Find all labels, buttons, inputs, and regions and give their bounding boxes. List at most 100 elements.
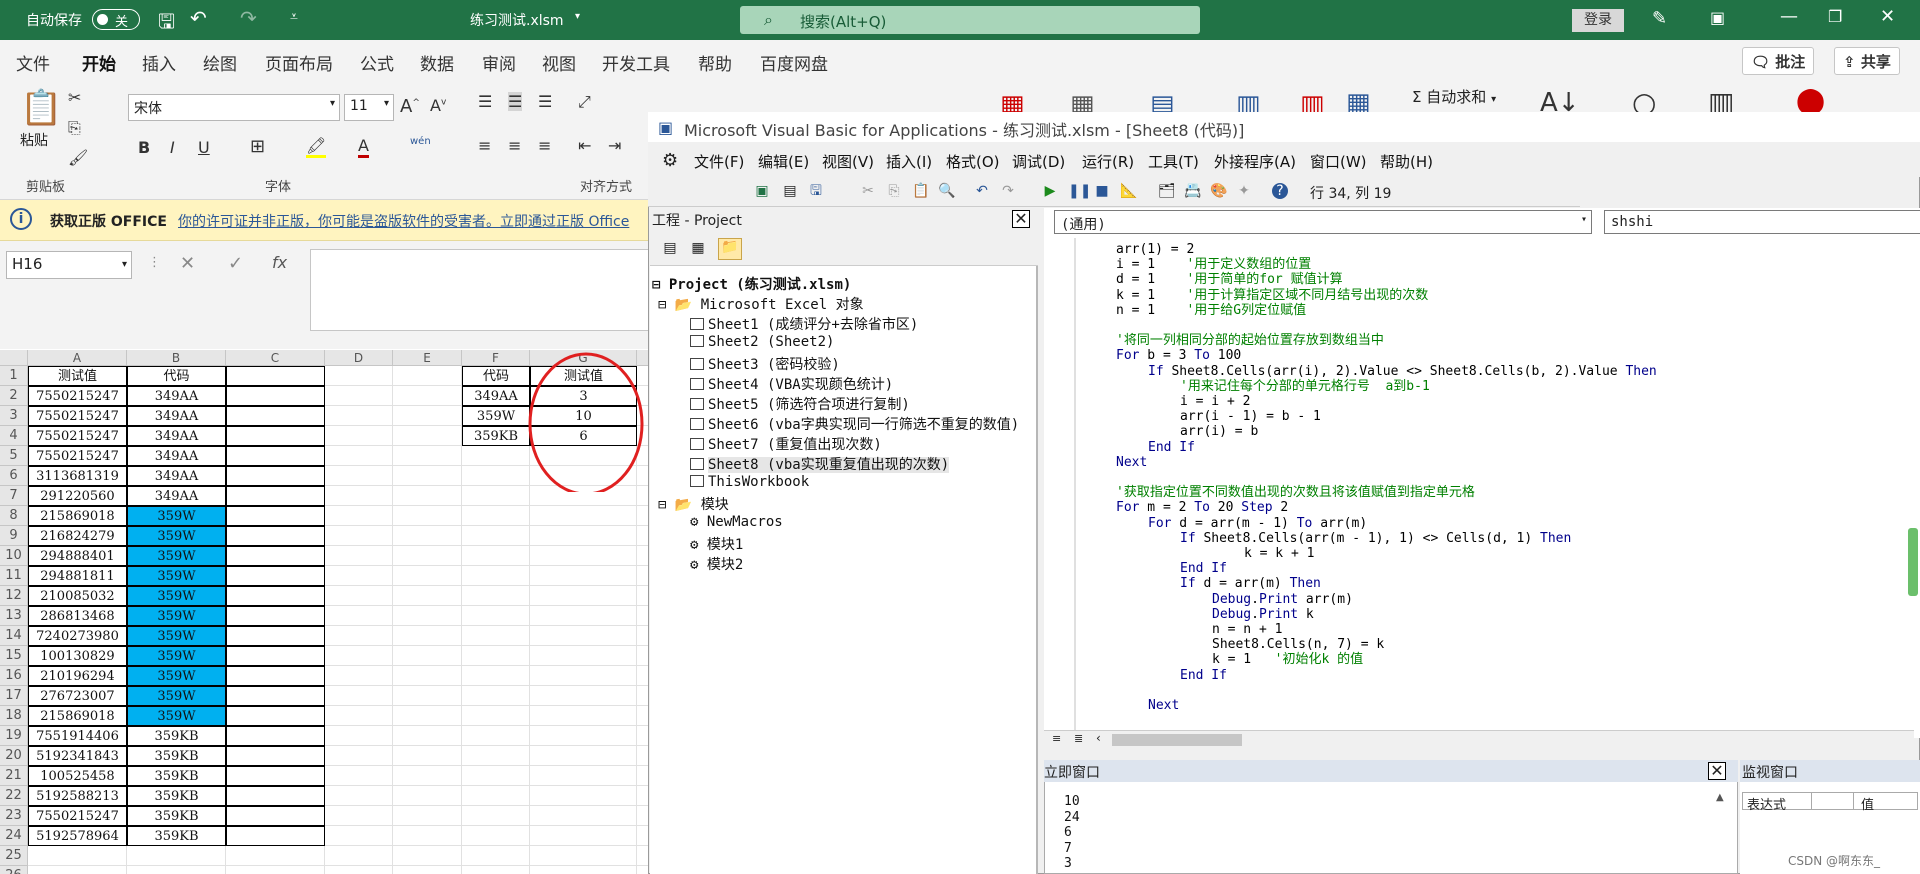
cell[interactable] <box>462 526 530 546</box>
tab-data[interactable]: 数据 <box>420 50 454 75</box>
cell[interactable] <box>530 526 637 546</box>
redo-icon[interactable]: ↷ <box>240 6 257 30</box>
cell[interactable]: 7551914406 <box>28 726 127 746</box>
cell[interactable]: 359W <box>127 666 226 686</box>
row-header[interactable]: 25 <box>0 846 28 866</box>
cell[interactable] <box>226 766 325 786</box>
cell[interactable] <box>462 806 530 826</box>
tab-home[interactable]: 开始 <box>82 50 116 83</box>
customize-qat-icon[interactable]: ⩡ <box>290 9 298 25</box>
border-icon[interactable]: ⊞ <box>250 136 265 157</box>
cell[interactable] <box>325 866 393 874</box>
cell[interactable] <box>530 606 637 626</box>
cell[interactable] <box>226 506 325 526</box>
cell[interactable]: 210196294 <box>28 666 127 686</box>
menu-view[interactable]: 视图(V) <box>822 151 874 172</box>
cell[interactable] <box>393 526 462 546</box>
cell[interactable]: 359W <box>127 626 226 646</box>
cell[interactable] <box>462 646 530 666</box>
underline-icon[interactable]: U <box>198 138 210 157</box>
save-icon[interactable]: 🖫 <box>158 7 175 41</box>
row-header[interactable]: 19 <box>0 726 28 746</box>
sheet-item[interactable]: Sheet5 (筛选符合项进行复制) <box>690 394 910 414</box>
cell[interactable] <box>393 366 462 386</box>
cell[interactable]: 286813468 <box>28 606 127 626</box>
cell[interactable]: 7550215247 <box>28 406 127 426</box>
cell[interactable]: 359W <box>127 706 226 726</box>
increase-font-icon[interactable]: A^ <box>400 96 420 117</box>
autosave-toggle[interactable]: 关 <box>92 9 140 30</box>
cell[interactable]: 359KB <box>127 766 226 786</box>
cell[interactable] <box>226 406 325 426</box>
cell[interactable] <box>530 506 637 526</box>
row-header[interactable]: 23 <box>0 806 28 826</box>
properties-icon[interactable]: 📇 <box>1184 183 1201 199</box>
cell[interactable] <box>462 666 530 686</box>
cell[interactable] <box>462 546 530 566</box>
cell[interactable] <box>226 486 325 506</box>
procedure-dropdown[interactable]: shshi <box>1604 210 1920 234</box>
cell[interactable] <box>325 626 393 646</box>
cell[interactable]: 215869018 <box>28 506 127 526</box>
cell[interactable] <box>530 846 637 866</box>
menu-edit[interactable]: 编辑(E) <box>758 151 809 172</box>
tab-page-layout[interactable]: 页面布局 <box>265 50 333 75</box>
cell[interactable]: 294888401 <box>28 546 127 566</box>
code-line[interactable]: i = i + 2 <box>1180 394 1250 409</box>
tab-view[interactable]: 视图 <box>542 50 576 75</box>
cell[interactable] <box>530 586 637 606</box>
code-line[interactable]: arr(i - 1) = b - 1 <box>1180 409 1321 424</box>
cell[interactable] <box>325 586 393 606</box>
cell[interactable] <box>325 726 393 746</box>
cell[interactable] <box>226 526 325 546</box>
copy-icon[interactable]: ⎘ <box>886 183 902 199</box>
cell[interactable] <box>325 386 393 406</box>
name-box[interactable]: H16 ▾ <box>6 251 132 279</box>
cell[interactable]: 359W <box>127 686 226 706</box>
cell[interactable] <box>393 566 462 586</box>
cell[interactable]: 5192341843 <box>28 746 127 766</box>
row-header[interactable]: 26 <box>0 866 28 874</box>
row-header[interactable]: 10 <box>0 546 28 566</box>
menu-addins[interactable]: 外接程序(A) <box>1214 151 1296 172</box>
cell[interactable] <box>462 686 530 706</box>
cell[interactable] <box>226 786 325 806</box>
cell[interactable] <box>226 846 325 866</box>
module-item[interactable]: ⚙ NewMacros <box>690 514 783 530</box>
cell[interactable]: 7240273980 <box>28 626 127 646</box>
cell[interactable] <box>226 366 325 386</box>
cell[interactable] <box>530 646 637 666</box>
cell[interactable] <box>226 586 325 606</box>
cell[interactable]: 5192588213 <box>28 786 127 806</box>
menu-format[interactable]: 格式(O) <box>946 151 1000 172</box>
tab-developer[interactable]: 开发工具 <box>602 50 670 75</box>
cell[interactable]: 代码 <box>127 366 226 386</box>
cell[interactable] <box>393 626 462 646</box>
cell[interactable]: 276723007 <box>28 686 127 706</box>
cell[interactable] <box>393 546 462 566</box>
full-module-view-icon[interactable]: ≣ <box>1074 732 1083 745</box>
cell[interactable]: 7550215247 <box>28 446 127 466</box>
code-line[interactable]: Sheet8.Cells(n, 7) = k <box>1212 637 1384 652</box>
bold-icon[interactable]: B <box>138 138 150 157</box>
align-bottom-icon[interactable]: ☰ <box>538 92 552 111</box>
cell[interactable] <box>530 706 637 726</box>
cell[interactable] <box>226 706 325 726</box>
cell[interactable]: 359W <box>127 566 226 586</box>
cell[interactable]: 291220560 <box>28 486 127 506</box>
cell[interactable] <box>530 546 637 566</box>
tab-formulas[interactable]: 公式 <box>360 50 394 75</box>
cell[interactable] <box>530 626 637 646</box>
search-box[interactable]: ⌕ 搜索(Alt+Q) <box>740 6 1200 34</box>
cell[interactable]: 359KB <box>127 826 226 846</box>
code-line[interactable]: For d = arr(m - 1) To arr(m) <box>1148 516 1367 531</box>
cell[interactable] <box>226 566 325 586</box>
cell[interactable] <box>226 806 325 826</box>
copy-icon[interactable]: ⎘ <box>68 118 81 138</box>
view-object-icon[interactable]: ▦ <box>690 240 706 256</box>
orientation-icon[interactable]: ⤢ <box>578 92 591 112</box>
font-size-select[interactable]: 11 ▾ <box>344 94 394 121</box>
cell[interactable] <box>325 406 393 426</box>
row-header[interactable]: 13 <box>0 606 28 626</box>
cell[interactable] <box>530 746 637 766</box>
